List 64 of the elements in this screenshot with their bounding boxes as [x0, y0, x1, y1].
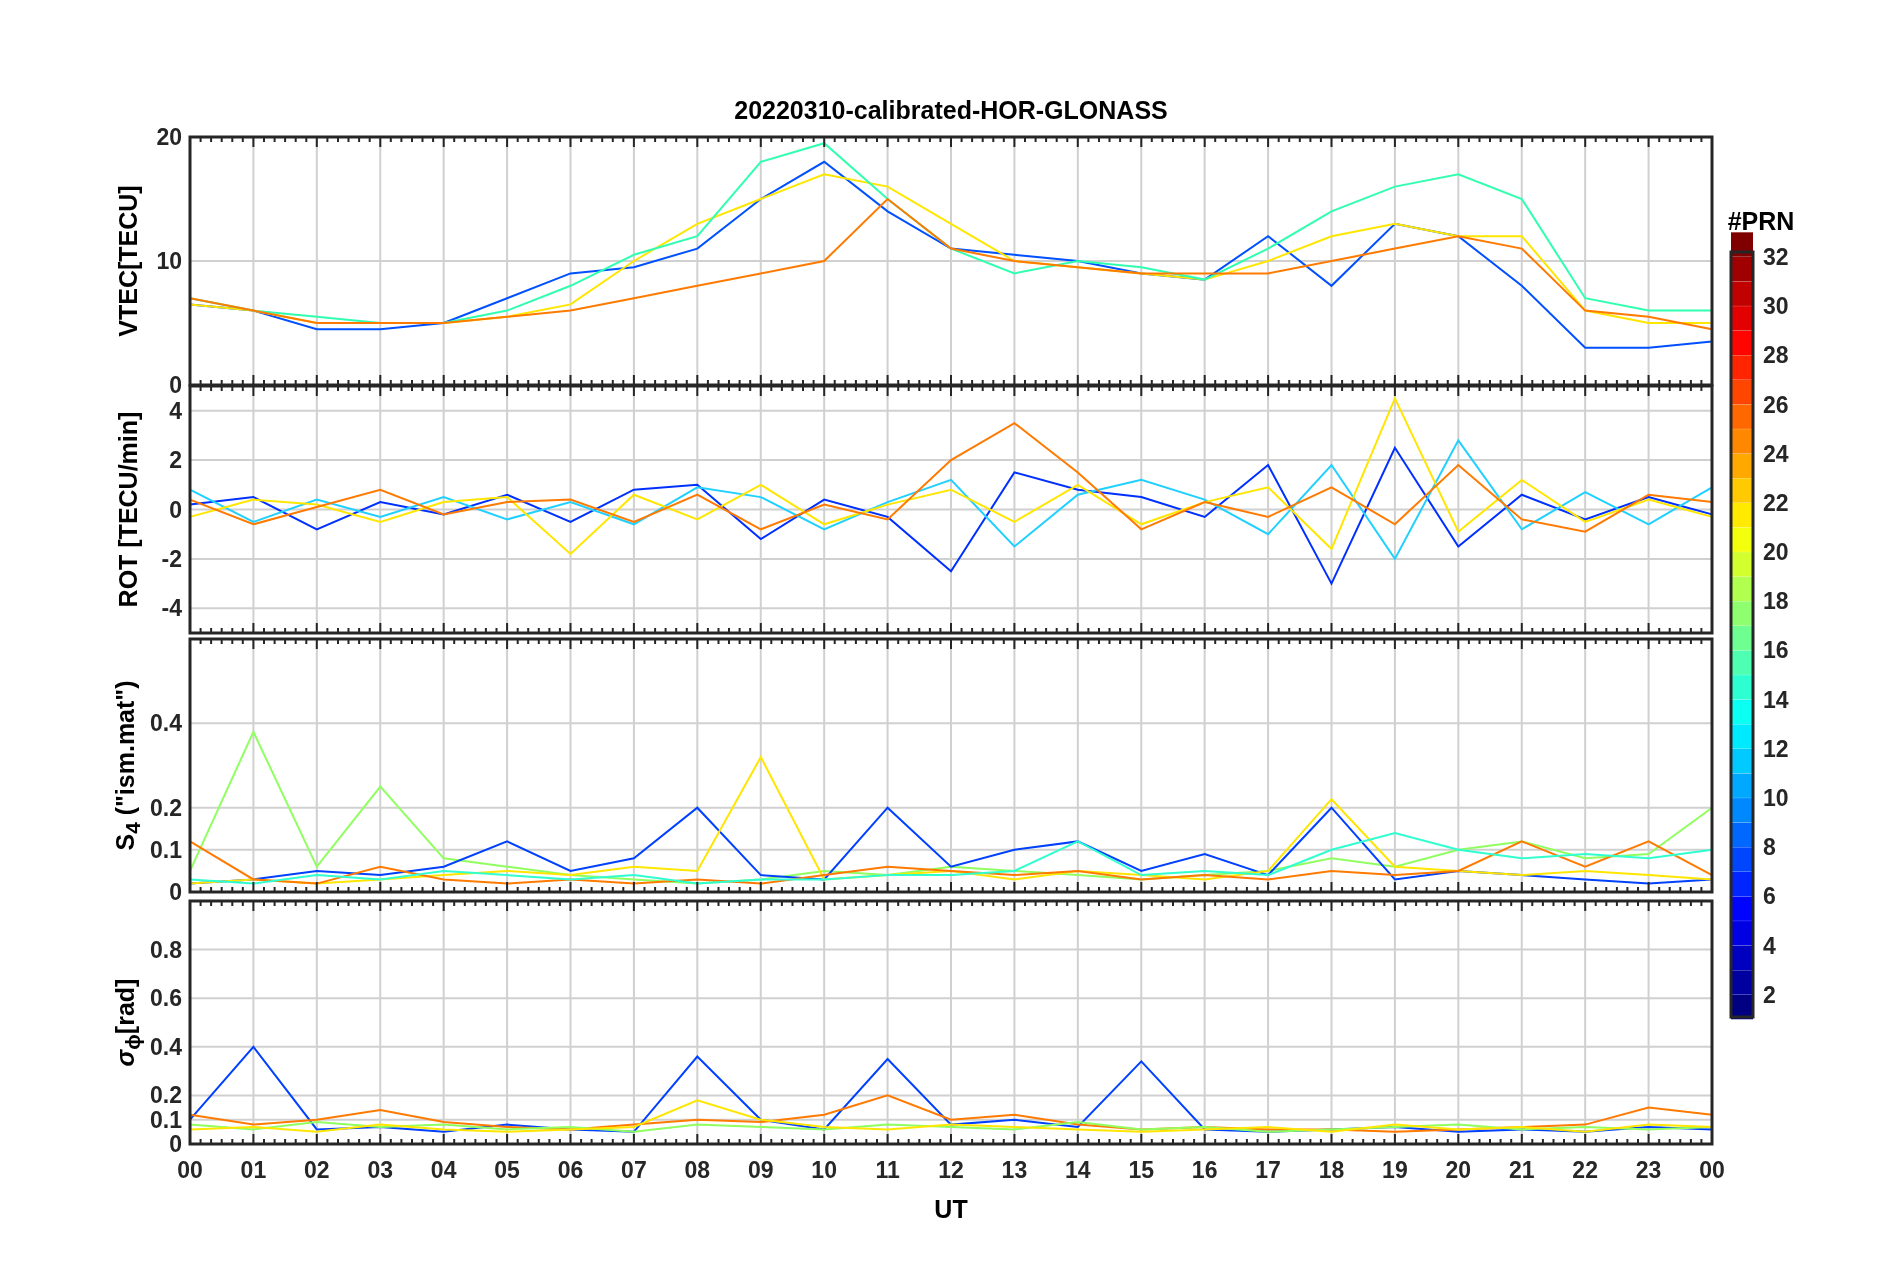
y-tick-label: 0.6	[150, 985, 182, 1012]
x-tick-label: 10	[811, 1157, 837, 1183]
colorbar-tick-label: 18	[1763, 588, 1789, 615]
x-tick-label: 00	[1699, 1157, 1725, 1183]
x-tick-label: 07	[621, 1157, 647, 1183]
colorbar-tick-label: 16	[1763, 637, 1789, 664]
x-tick-label: 18	[1318, 1157, 1345, 1183]
y-axis-label: ROT [TECU/min]	[115, 411, 141, 608]
y-tick-label: 0	[169, 372, 182, 398]
colorbar-tick-label: 6	[1763, 883, 1776, 910]
x-tick-label: 08	[684, 1157, 711, 1183]
colorbar-tick-label: 8	[1763, 834, 1776, 861]
colorbar-tick-label: 2	[1763, 981, 1776, 1008]
y-tick-label: 0.4	[150, 710, 182, 737]
x-tick-label: 03	[367, 1157, 394, 1183]
colorbar-title: #PRN	[1727, 207, 1795, 235]
y-tick-label: -2	[161, 545, 182, 572]
y-tick-label: 0	[169, 879, 182, 905]
x-tick-label: 15	[1128, 1157, 1155, 1183]
x-tick-label: 00	[177, 1157, 203, 1183]
colorbar-tick-label: 32	[1763, 243, 1789, 270]
x-tick-label: 11	[875, 1157, 900, 1183]
x-tick-label: 17	[1255, 1157, 1281, 1183]
x-tick-label: 19	[1382, 1157, 1408, 1183]
y-tick-label: 20	[156, 124, 182, 150]
x-tick-label: 02	[304, 1157, 330, 1183]
y-tick-label: -4	[161, 595, 182, 622]
y-tick-label: 0.8	[150, 936, 182, 963]
colorbar-tick-label: 26	[1763, 391, 1789, 418]
y-tick-label: 10	[156, 248, 182, 274]
y-tick-label: 0.2	[150, 1082, 182, 1109]
x-tick-label: 04	[430, 1157, 457, 1183]
y-tick-label: 0.1	[150, 836, 182, 863]
colorbar-tick-label: 30	[1763, 293, 1789, 320]
y-tick-label: 2	[169, 447, 182, 474]
y-tick-label: 0	[169, 496, 182, 523]
x-tick-label: 12	[938, 1157, 964, 1183]
y-tick-label: 0.2	[150, 794, 182, 821]
y-tick-label: 0	[169, 1131, 182, 1157]
y-tick-label: 4	[169, 397, 182, 424]
colorbar-tick-label: 10	[1763, 785, 1789, 812]
colorbar-tick-label: 20	[1763, 539, 1789, 566]
x-tick-label: 23	[1635, 1157, 1662, 1183]
colorbar-tick-label: 4	[1763, 932, 1776, 959]
x-tick-label: 20	[1445, 1157, 1472, 1183]
x-tick-label: 14	[1065, 1157, 1091, 1183]
y-tick-label: 0.4	[150, 1033, 182, 1060]
x-tick-label: 05	[494, 1157, 520, 1183]
figure-title: 20220310-calibrated-HOR-GLONASS	[734, 96, 1168, 124]
x-tick-label: 13	[1001, 1157, 1028, 1183]
x-tick-label: 06	[557, 1157, 584, 1183]
colorbar-tick-label: 24	[1763, 440, 1789, 467]
colorbar-tick-label: 12	[1763, 735, 1789, 762]
colorbar-tick-label: 14	[1763, 686, 1789, 713]
x-tick-label: 01	[240, 1157, 267, 1183]
x-tick-label: 09	[747, 1157, 774, 1183]
x-tick-label: 21	[1508, 1157, 1535, 1183]
x-tick-label: 16	[1191, 1157, 1218, 1183]
x-axis-label: UT	[934, 1195, 968, 1223]
colorbar-tick-label: 28	[1763, 342, 1789, 369]
y-tick-label: 0.1	[150, 1106, 182, 1133]
colorbar-tick-label: 22	[1763, 489, 1789, 516]
y-axis-label: VTEC[TECU]	[115, 185, 141, 337]
x-tick-label: 22	[1572, 1157, 1598, 1183]
